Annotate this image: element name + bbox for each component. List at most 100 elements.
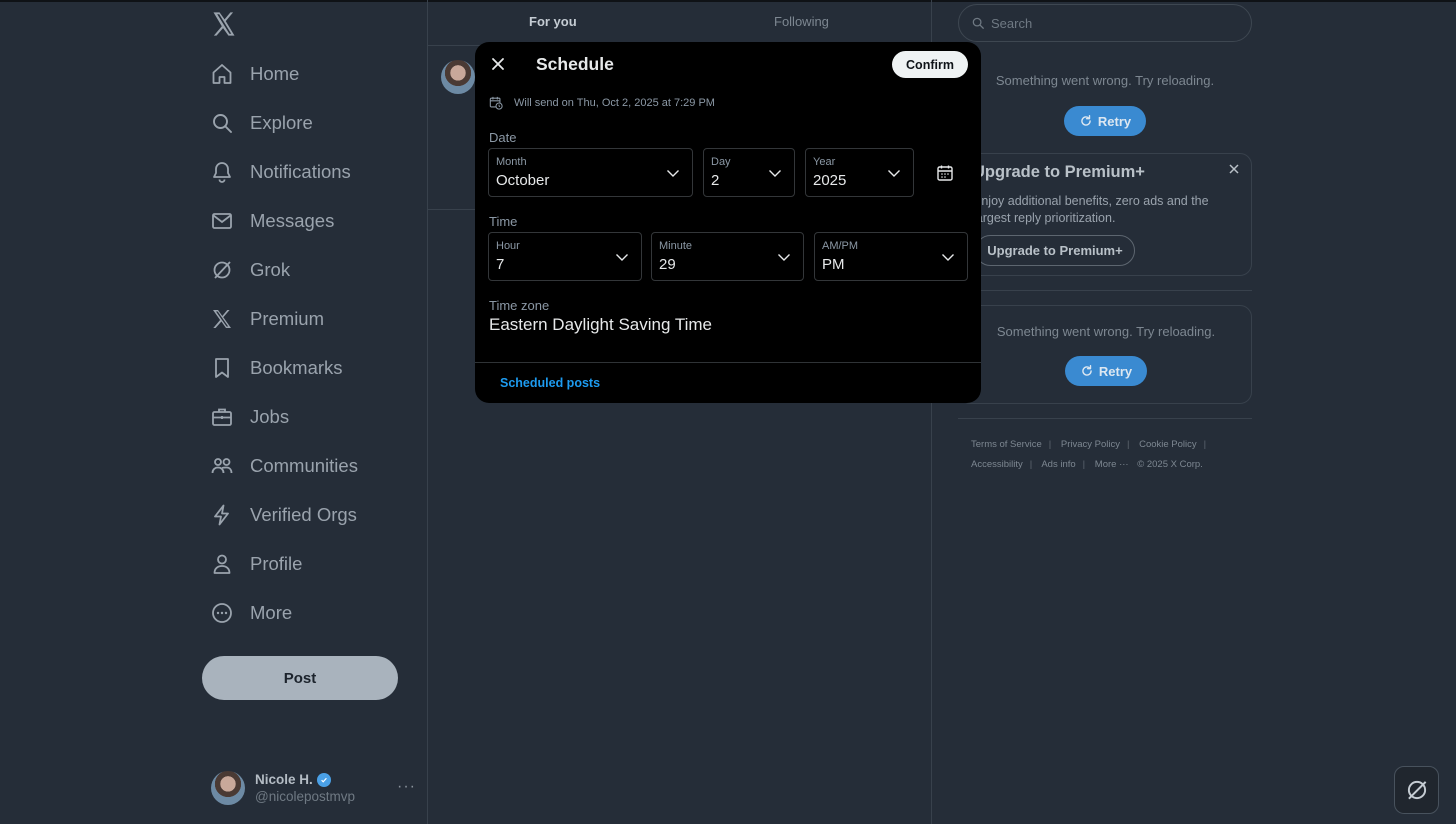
sidebar-item-label: Grok	[250, 259, 291, 280]
error-message: Something went wrong. Try reloading.	[995, 73, 1215, 88]
sidebar-item-label: Verified Orgs	[250, 504, 357, 525]
field-label: AM/PM	[822, 240, 859, 252]
year-select[interactable]: Year 2025	[805, 148, 914, 197]
chevron-down-icon	[769, 170, 781, 177]
search-icon	[972, 17, 984, 29]
field-value: October	[496, 172, 550, 189]
chevron-down-icon	[667, 170, 679, 177]
briefcase-icon	[210, 405, 234, 429]
search-placeholder: Search	[991, 15, 1033, 31]
sidebar-item-label: More	[250, 602, 293, 623]
sidebar-item-verified-orgs[interactable]: Verified Orgs	[210, 494, 357, 536]
bookmark-icon	[210, 356, 234, 380]
field-value: PM	[822, 256, 845, 273]
field-value: 29	[659, 256, 676, 273]
avatar	[211, 771, 245, 805]
sidebar-item-communities[interactable]: Communities	[210, 445, 358, 487]
retry-label: Retry	[1098, 363, 1133, 379]
grok-button[interactable]	[1394, 766, 1439, 814]
sidebar-item-label: Premium	[250, 308, 325, 329]
schedule-summary: Will send on Thu, Oct 2, 2025 at 7:29 PM	[489, 96, 715, 110]
search-input[interactable]: Search	[958, 4, 1252, 42]
chevron-down-icon	[942, 254, 954, 261]
footer-link-privacy[interactable]: Privacy Policy	[1061, 439, 1120, 450]
footer-link-cookie[interactable]: Cookie Policy	[1139, 439, 1197, 450]
divider	[475, 362, 981, 363]
footer-link-ads-info[interactable]: Ads info	[1041, 459, 1075, 470]
date-label: Date	[489, 130, 517, 145]
refresh-icon	[1082, 365, 1092, 376]
scheduled-posts-link[interactable]: Scheduled posts	[500, 376, 600, 390]
field-label: Year	[813, 156, 836, 168]
sidebar-item-label: Home	[250, 63, 300, 84]
close-icon[interactable]	[1227, 162, 1241, 176]
post-button[interactable]: Post	[202, 656, 398, 700]
premium-upsell-card: Upgrade to Premium+ Enjoy additional ben…	[958, 153, 1252, 276]
sidebar-item-label: Communities	[250, 455, 358, 476]
will-send-text: Will send on Thu, Oct 2, 2025 at 7:29 PM	[514, 97, 715, 109]
field-value: 2025	[813, 172, 847, 189]
footer-link-terms[interactable]: Terms of Service	[971, 439, 1042, 450]
x-logo-icon	[210, 307, 234, 331]
sidebar-item-profile[interactable]: Profile	[210, 543, 302, 585]
avatar[interactable]	[441, 60, 475, 94]
tab-following[interactable]: Following	[774, 14, 829, 29]
x-logo-icon[interactable]	[210, 10, 238, 38]
grok-icon	[210, 258, 234, 282]
tab-for-you[interactable]: For you	[529, 14, 577, 29]
sidebar-item-bookmarks[interactable]: Bookmarks	[210, 347, 343, 389]
sidebar-item-label: Profile	[250, 553, 303, 574]
footer-link-accessibility[interactable]: Accessibility	[971, 459, 1023, 470]
copyright: © 2025 X Corp.	[1137, 459, 1203, 470]
sidebar-item-more[interactable]: More	[210, 592, 292, 634]
bell-icon	[210, 160, 234, 184]
people-icon	[210, 454, 234, 478]
sidebar-item-home[interactable]: Home	[210, 53, 299, 95]
timezone-label: Time zone	[489, 298, 550, 313]
close-icon[interactable]	[489, 55, 507, 73]
sidebar-item-grok[interactable]: Grok	[210, 249, 290, 291]
field-label: Day	[711, 156, 731, 168]
account-switcher[interactable]: Nicole H. @nicolepostmvp ···	[211, 768, 416, 808]
chevron-down-icon	[616, 254, 628, 261]
confirm-button[interactable]: Confirm	[892, 51, 968, 78]
lightning-icon	[210, 503, 234, 527]
field-value: 7	[496, 256, 505, 273]
day-select[interactable]: Day 2	[703, 148, 795, 197]
search-icon	[210, 111, 234, 135]
person-icon	[210, 552, 234, 576]
right-sidebar: Search Something went wrong. Try reloadi…	[932, 0, 1456, 824]
sidebar-item-messages[interactable]: Messages	[210, 200, 334, 242]
calendar-icon[interactable]	[936, 164, 954, 182]
account-handle: @nicolepostmvp	[255, 789, 355, 804]
home-icon	[210, 62, 234, 86]
calendar-clock-icon	[489, 96, 503, 110]
refresh-icon	[1081, 115, 1091, 126]
retry-label: Retry	[1097, 113, 1132, 129]
grok-icon	[1407, 780, 1426, 800]
sidebar-item-jobs[interactable]: Jobs	[210, 396, 289, 438]
more-dots-icon[interactable]: ···	[397, 778, 416, 796]
timezone-value: Eastern Daylight Saving Time	[489, 315, 712, 334]
hour-select[interactable]: Hour 7	[488, 232, 642, 281]
ampm-select[interactable]: AM/PM PM	[814, 232, 968, 281]
retry-button[interactable]: Retry	[1065, 356, 1147, 386]
premium-title: Upgrade to Premium+	[973, 163, 1145, 181]
minute-select[interactable]: Minute 29	[651, 232, 804, 281]
upgrade-premium-button[interactable]: Upgrade to Premium+	[975, 235, 1135, 266]
sidebar-nav: Home Explore Notifications Messages Grok…	[200, 0, 427, 824]
retry-button[interactable]: Retry	[1064, 106, 1146, 136]
field-label: Minute	[659, 240, 693, 252]
chevron-down-icon	[888, 170, 900, 177]
divider	[958, 290, 1252, 291]
sidebar-item-notifications[interactable]: Notifications	[210, 151, 351, 193]
footer-links: Terms of Service | Privacy Policy | Cookie…	[971, 439, 1207, 470]
field-label: Hour	[496, 240, 520, 252]
schedule-dialog: Schedule Confirm Will send on Thu, Oct 2…	[475, 42, 981, 403]
field-value: 2	[711, 172, 720, 189]
sidebar-item-explore[interactable]: Explore	[210, 102, 313, 144]
sidebar-item-label: Notifications	[250, 161, 351, 182]
sidebar-item-premium[interactable]: Premium	[210, 298, 324, 340]
month-select[interactable]: Month October	[488, 148, 693, 197]
footer-link-more[interactable]: More ···	[1095, 459, 1129, 470]
